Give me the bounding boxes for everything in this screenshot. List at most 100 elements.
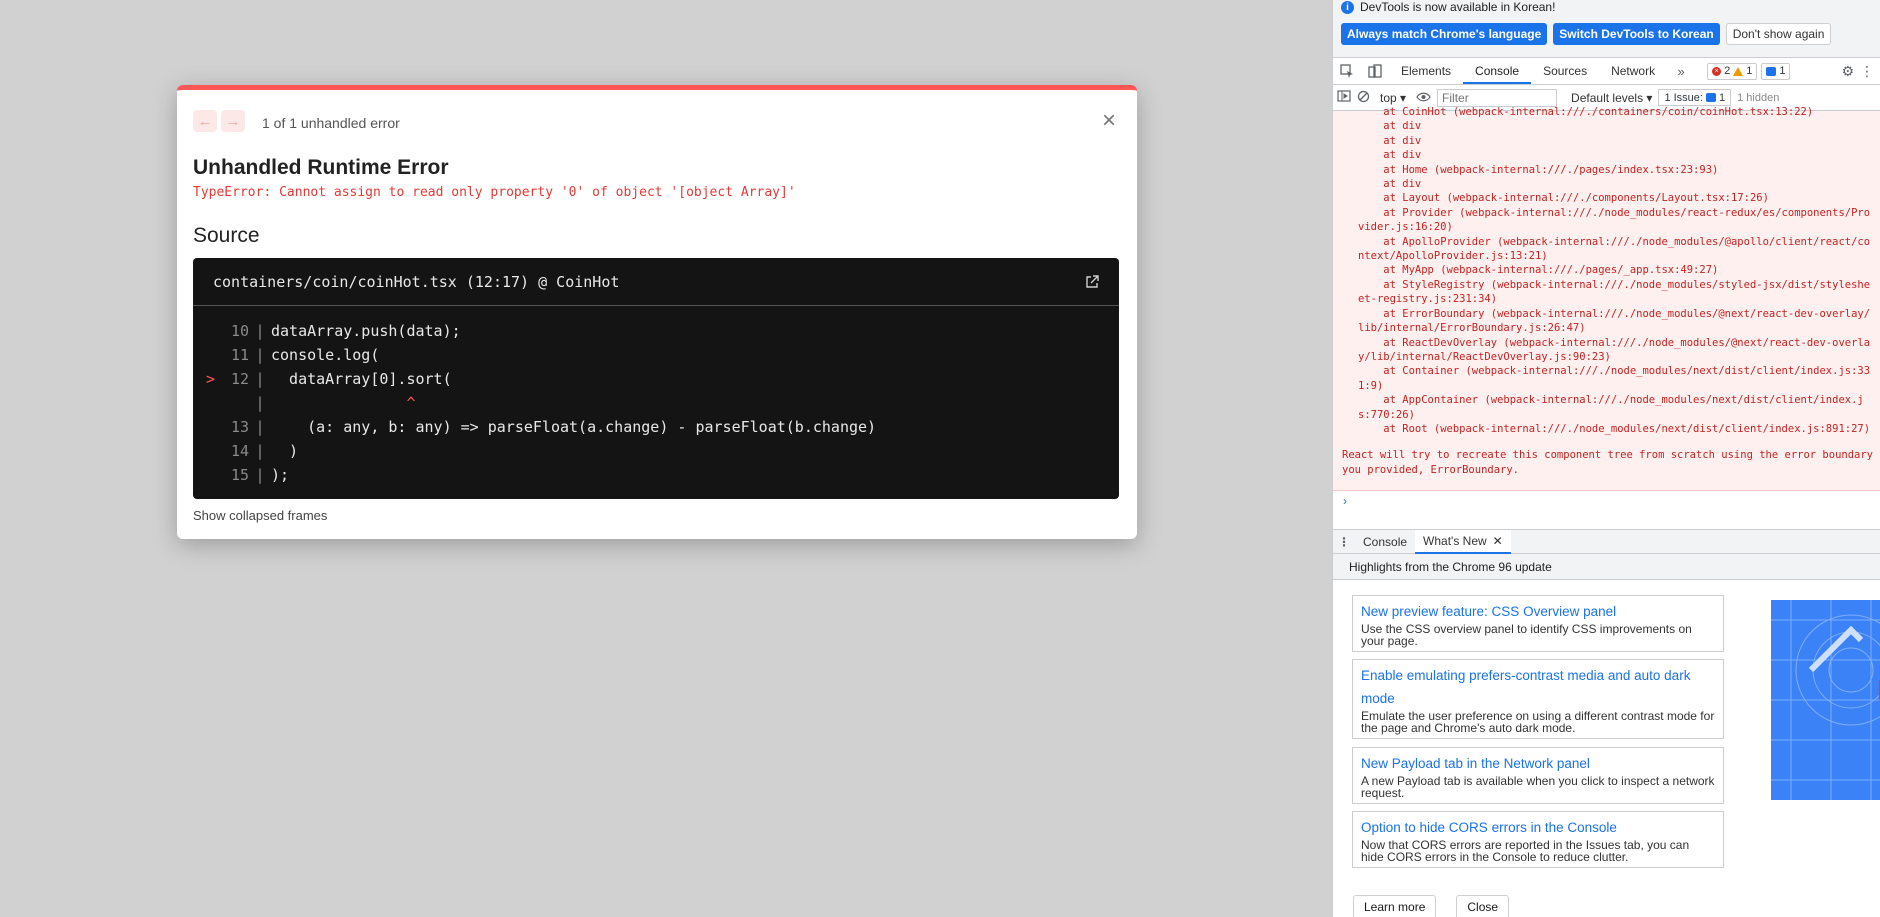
issue-message-icon	[1705, 93, 1716, 102]
gutter-separator: |	[255, 418, 265, 436]
error-count: 2	[1724, 65, 1731, 77]
sidebar-toggle-icon[interactable]	[1337, 90, 1351, 105]
console-prompt[interactable]: ›	[1333, 491, 1880, 519]
banner-message: i DevTools is now available in Korean!	[1341, 0, 1555, 14]
stack-frame[interactable]: at Root (webpack-internal:///./node_modu…	[1358, 422, 1875, 436]
source-file-link[interactable]: containers/coin/coinHot.tsx (12:17) @ Co…	[213, 273, 619, 291]
code-text: ^	[271, 394, 416, 412]
error-message: TypeError: Cannot assign to read only pr…	[193, 185, 796, 200]
log-levels-select[interactable]: Default levels ▾	[1571, 91, 1652, 105]
code-text: )	[271, 442, 299, 460]
match-language-button[interactable]: Always match Chrome's language	[1341, 23, 1548, 45]
source-heading: Source	[193, 224, 260, 247]
settings-gear-icon[interactable]: ⚙	[1841, 63, 1854, 80]
next-error-button[interactable]: →	[221, 110, 245, 132]
switch-korean-button[interactable]: Switch DevTools to Korean	[1553, 23, 1720, 45]
stack-frame[interactable]: at ReactDevOverlay (webpack-internal:///…	[1358, 336, 1875, 365]
whats-new-card[interactable]: Option to hide CORS errors in the Consol…	[1352, 811, 1724, 868]
issues-button[interactable]: 1 Issue: 1	[1658, 89, 1732, 106]
error-boundary-message: React will try to recreate this componen…	[1342, 449, 1880, 476]
stack-frame[interactable]: at Container (webpack-internal:///./node…	[1358, 364, 1875, 393]
whats-new-card[interactable]: Enable emulating prefers-contrast media …	[1352, 659, 1724, 739]
tab-elements[interactable]: Elements	[1389, 58, 1463, 84]
show-collapsed-frames-button[interactable]: Show collapsed frames	[193, 508, 327, 523]
console-error-message: at CoinHot (webpack-internal:///./contai…	[1333, 106, 1880, 491]
hidden-messages-count: 1 hidden	[1737, 91, 1780, 104]
code-frame-header[interactable]: containers/coin/coinHot.tsx (12:17) @ Co…	[193, 258, 1119, 306]
learn-more-button[interactable]: Learn more	[1353, 895, 1437, 917]
stack-frame[interactable]: at ApolloProvider (webpack-internal:///.…	[1358, 235, 1875, 264]
tab-sources[interactable]: Sources	[1531, 58, 1599, 84]
line-number: 15	[230, 466, 249, 484]
stack-frame[interactable]: at div	[1358, 148, 1875, 162]
card-title[interactable]: New Payload tab in the Network panel	[1361, 752, 1715, 775]
language-banner: i DevTools is now available in Korean! A…	[1333, 0, 1880, 58]
close-whats-new-button[interactable]: Close	[1456, 895, 1510, 917]
error-title: Unhandled Runtime Error	[193, 156, 449, 179]
device-toolbar-icon[interactable]	[1361, 58, 1389, 84]
inspect-element-icon[interactable]	[1333, 58, 1361, 84]
issues-label: 1 Issue:	[1664, 91, 1703, 104]
drawer-tabbar: ⋮ Console What's New ✕	[1333, 529, 1880, 554]
more-tabs-icon[interactable]: »	[1667, 58, 1695, 84]
stack-frame[interactable]: at StyleRegistry (webpack-internal:///./…	[1358, 278, 1875, 307]
more-options-icon[interactable]: ⋮	[1860, 63, 1874, 80]
stack-frame[interactable]: at MyApp (webpack-internal:///./pages/_a…	[1358, 263, 1875, 277]
console-filter-input[interactable]	[1437, 88, 1558, 107]
close-tab-icon[interactable]: ✕	[1493, 529, 1503, 553]
stack-frame[interactable]: at div	[1358, 177, 1875, 191]
stack-frame[interactable]: at div	[1358, 134, 1875, 148]
error-icon: ×	[1712, 66, 1722, 76]
error-line-marker	[193, 319, 215, 343]
close-icon: ×	[1101, 107, 1116, 134]
stack-frame[interactable]: at div	[1358, 119, 1875, 133]
card-description: Emulate the user preference on using a d…	[1361, 709, 1715, 735]
context-value: top	[1380, 90, 1397, 105]
drawer-tab-console[interactable]: Console	[1355, 530, 1415, 554]
issues-count: 1	[1718, 91, 1726, 104]
drawer-menu-icon[interactable]: ⋮	[1333, 535, 1355, 549]
card-title[interactable]: Option to hide CORS errors in the Consol…	[1361, 816, 1715, 839]
drawer-tab-console-label: Console	[1363, 534, 1408, 549]
dont-show-again-button[interactable]: Don't show again	[1725, 23, 1832, 45]
whats-new-card[interactable]: New preview feature: CSS Overview panel …	[1352, 595, 1724, 652]
stack-frame[interactable]: at Layout (webpack-internal:///./compone…	[1358, 191, 1875, 205]
drawer-tab-whats-new[interactable]: What's New ✕	[1415, 529, 1511, 554]
error-line-marker	[193, 439, 215, 463]
error-counter: 1 of 1 unhandled error	[262, 115, 400, 131]
code-line: | ^	[193, 391, 1119, 415]
issue-counters[interactable]: × 2 1 1	[1707, 62, 1791, 80]
stack-frame[interactable]: at ErrorBoundary (webpack-internal:///./…	[1358, 307, 1875, 336]
info-counter[interactable]: 1	[1761, 62, 1791, 80]
open-external-icon[interactable]	[1085, 274, 1099, 289]
card-title[interactable]: New preview feature: CSS Overview panel	[1361, 600, 1715, 623]
drawer-tab-whats-new-label: What's New	[1423, 533, 1487, 548]
line-number: 13	[230, 418, 249, 436]
stack-frame[interactable]: at AppContainer (webpack-internal:///./n…	[1358, 393, 1875, 422]
prev-error-button[interactable]: ←	[193, 110, 217, 132]
error-overlay: ← → 1 of 1 unhandled error × Unhandled R…	[177, 85, 1137, 539]
error-line-marker	[193, 463, 215, 487]
card-description: Now that CORS errors are reported in the…	[1361, 838, 1690, 864]
arrow-right-icon: →	[225, 112, 241, 130]
arrow-left-icon: ←	[197, 112, 213, 130]
live-expression-eye-icon[interactable]	[1416, 91, 1431, 105]
context-select[interactable]: top ▾	[1376, 91, 1410, 105]
stack-frame[interactable]: at CoinHot (webpack-internal:///./contai…	[1358, 105, 1875, 119]
close-overlay-button[interactable]: ×	[1097, 109, 1121, 133]
whats-new-card[interactable]: New Payload tab in the Network panel A n…	[1352, 747, 1724, 804]
gutter-separator: |	[255, 394, 265, 412]
whats-new-header: Highlights from the Chrome 96 update	[1333, 554, 1880, 580]
line-number	[215, 391, 249, 415]
code-line: 10 | dataArray.push(data);	[193, 319, 1119, 343]
error-warning-counter[interactable]: × 2 1	[1707, 62, 1758, 80]
tab-console[interactable]: Console	[1463, 58, 1532, 84]
clear-console-icon[interactable]	[1357, 90, 1370, 106]
card-description: A new Payload tab is available when you …	[1361, 774, 1715, 800]
stack-frame[interactable]: at Home (webpack-internal:///./pages/ind…	[1358, 163, 1875, 177]
stack-frame[interactable]: at Provider (webpack-internal:///./node_…	[1358, 206, 1875, 235]
tab-network[interactable]: Network	[1599, 58, 1667, 84]
card-title[interactable]: Enable emulating prefers-contrast media …	[1361, 664, 1715, 710]
code-text: );	[271, 466, 290, 484]
gutter-separator: |	[255, 346, 265, 364]
